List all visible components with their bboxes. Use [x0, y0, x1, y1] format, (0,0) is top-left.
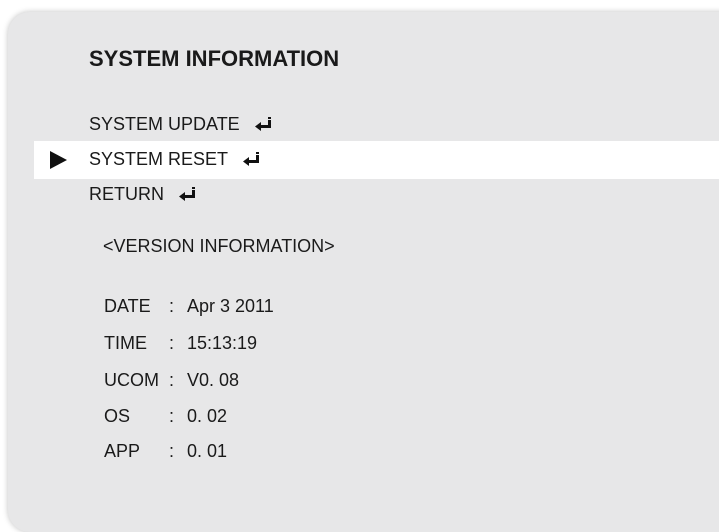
- info-row-ucom: UCOM: V0. 08: [104, 370, 239, 391]
- info-row-app: APP:0. 01: [104, 441, 227, 462]
- info-separator: :: [169, 296, 175, 316]
- info-key: OS: [104, 406, 131, 426]
- enter-icon: [178, 186, 196, 203]
- enter-icon: [254, 116, 272, 133]
- info-row-date: DATE: Apr 3 2011: [104, 296, 274, 317]
- info-separator: :: [169, 333, 175, 353]
- selection-pointer-icon: [50, 151, 67, 169]
- info-row-os: OS:0. 02: [104, 406, 227, 427]
- enter-icon: [242, 151, 260, 168]
- info-key: TIME: [104, 333, 147, 353]
- info-value: 0. 01: [187, 441, 228, 461]
- menu-item-return[interactable]: RETURN: [89, 184, 196, 205]
- version-info-header: <VERSION INFORMATION>: [103, 236, 335, 256]
- info-key: APP: [104, 441, 141, 461]
- info-value: 0. 02: [187, 406, 228, 426]
- menu-item-label: RETURN: [89, 184, 164, 204]
- info-key: DATE: [104, 296, 151, 316]
- info-separator: :: [169, 370, 175, 390]
- menu-item-label: SYSTEM UPDATE: [89, 114, 240, 134]
- info-value: Apr 3 2011: [187, 296, 274, 316]
- menu-item-label: SYSTEM RESET: [89, 149, 229, 169]
- info-key: UCOM: [104, 370, 159, 390]
- menu-item-system-reset[interactable]: SYSTEM RESET: [89, 149, 260, 170]
- info-separator: :: [169, 441, 175, 461]
- info-value: V0. 08: [187, 370, 240, 390]
- page-title: SYSTEM INFORMATION: [89, 46, 340, 71]
- info-value: 15:13:19: [187, 333, 258, 353]
- menu-item-system-update[interactable]: SYSTEM UPDATE: [89, 114, 272, 135]
- info-separator: :: [169, 406, 175, 426]
- info-row-time: TIME:15:13:19: [104, 333, 257, 354]
